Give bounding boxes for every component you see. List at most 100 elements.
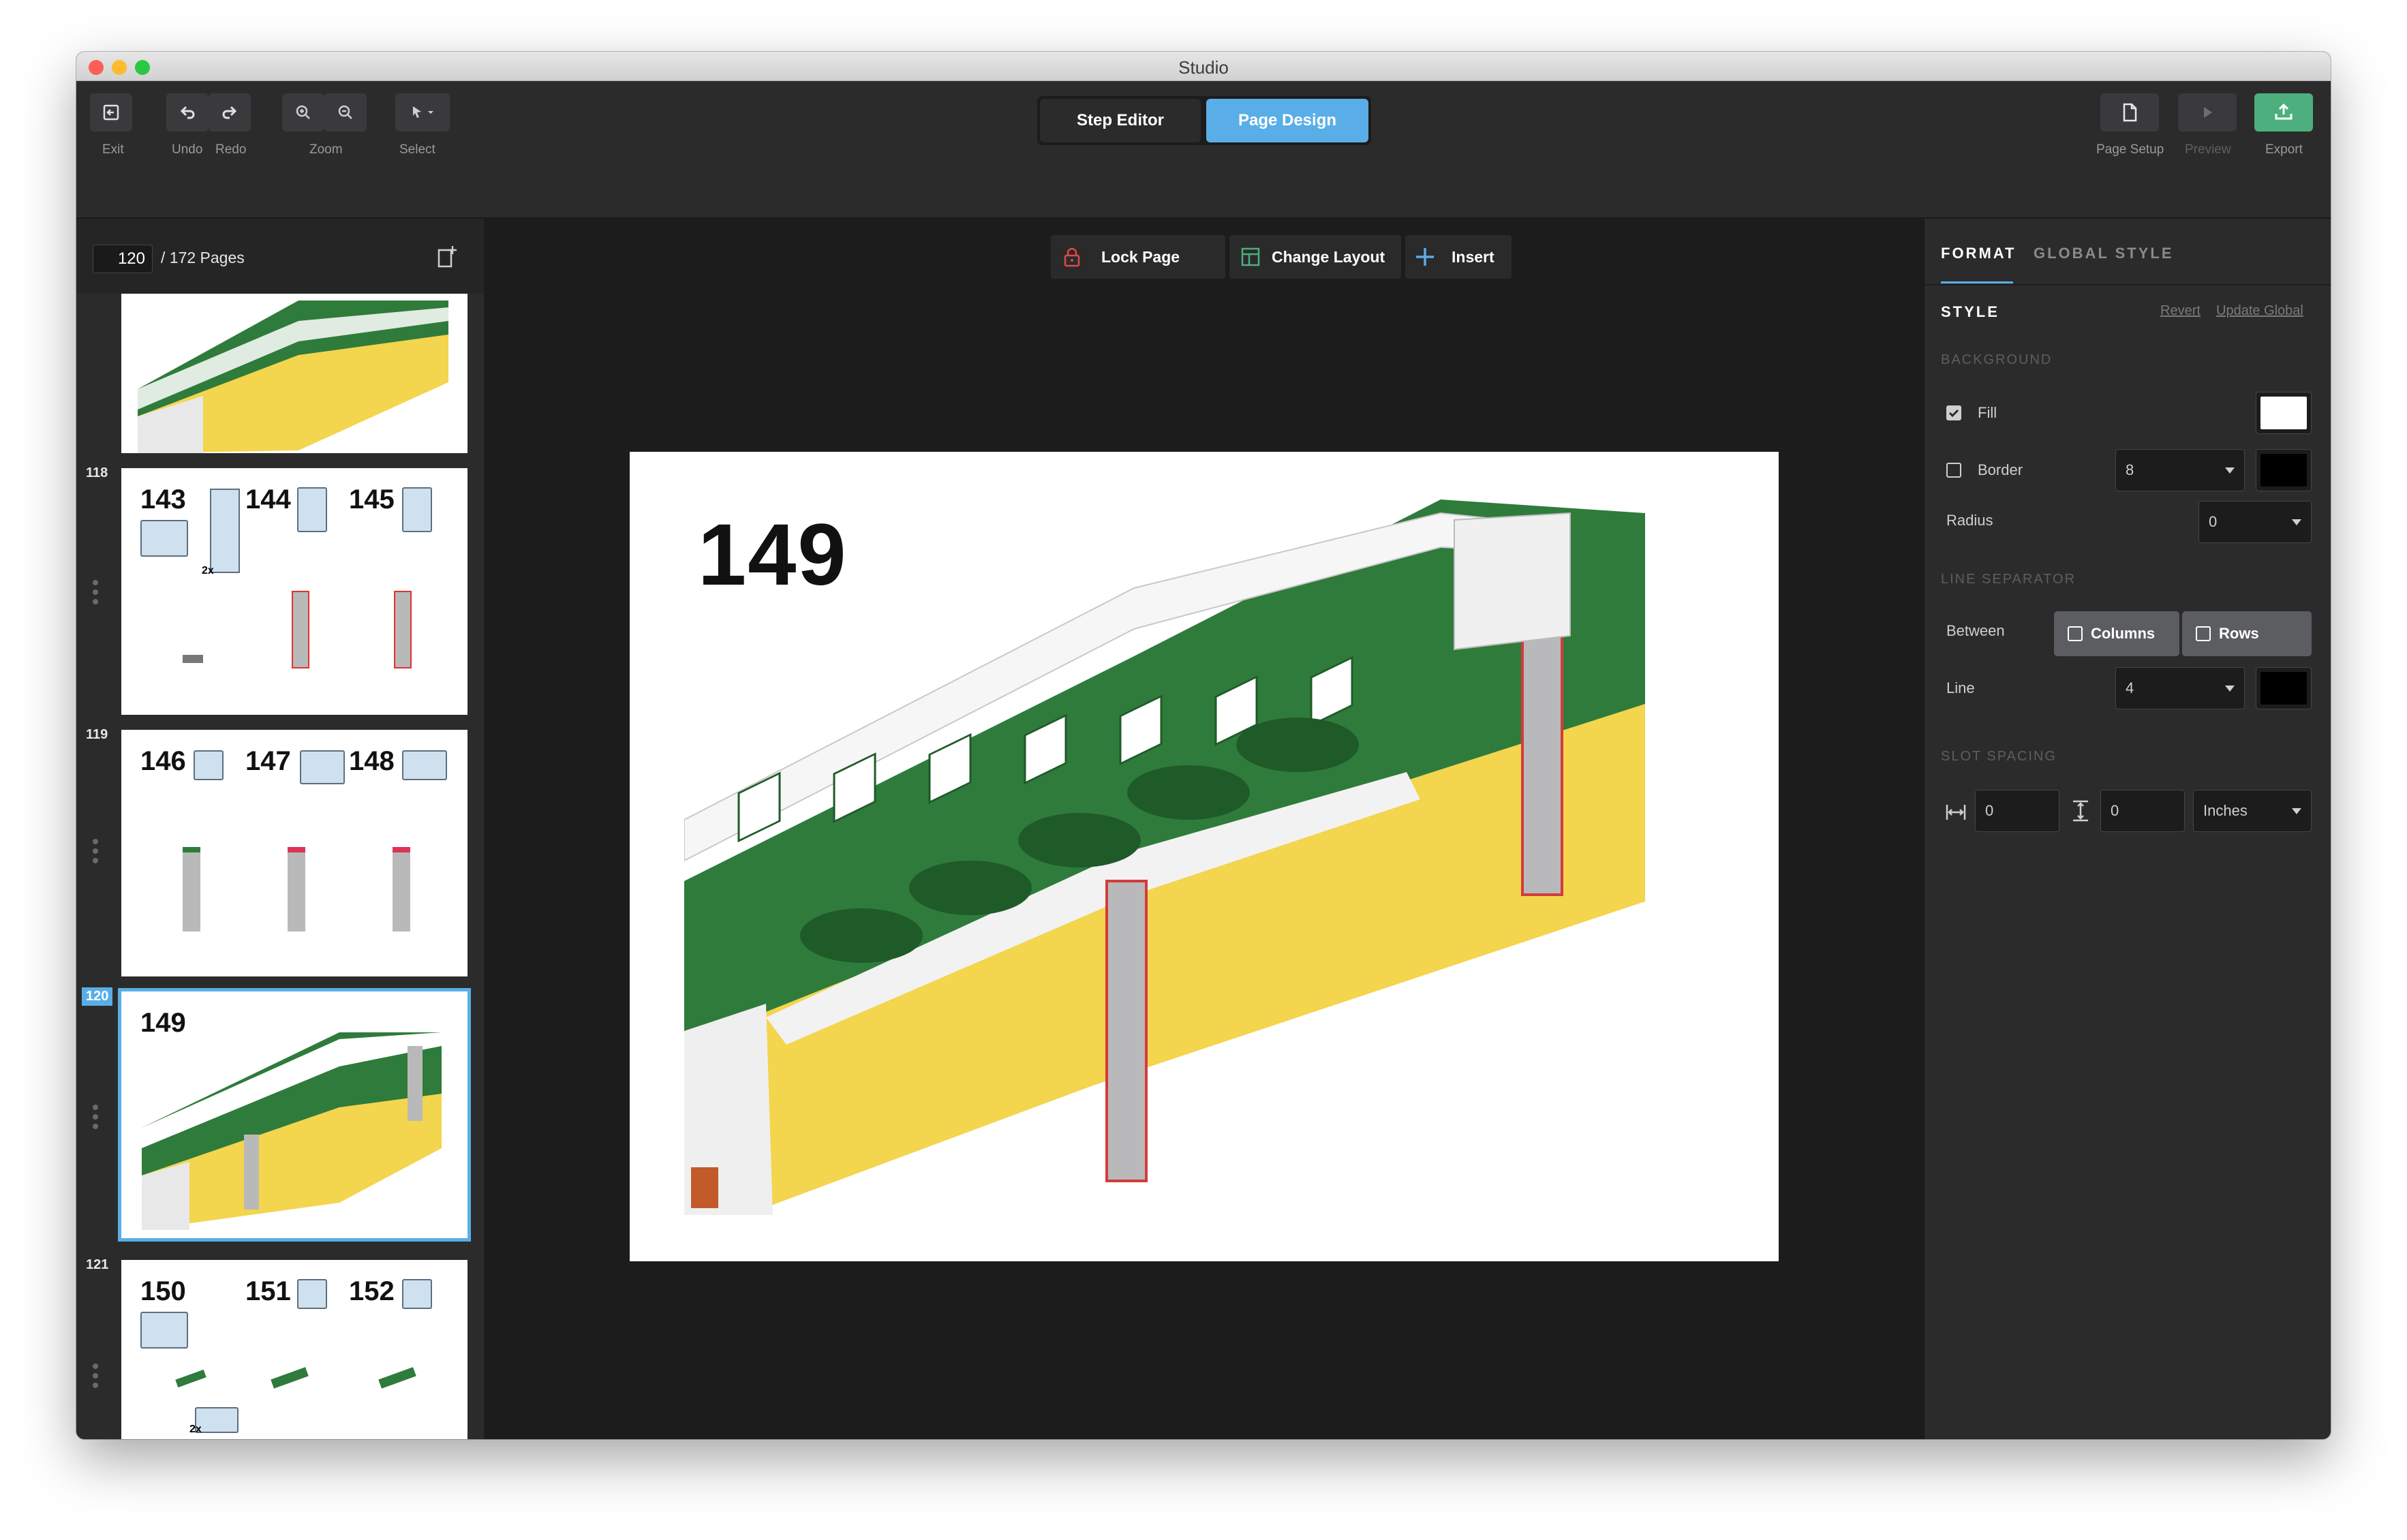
border-color-swatch[interactable] bbox=[2256, 449, 2312, 491]
drag-handle[interactable] bbox=[93, 1364, 99, 1392]
step-number: 148 bbox=[349, 746, 395, 776]
page-design-tab[interactable]: Page Design bbox=[1206, 99, 1368, 142]
zoom-in-icon bbox=[296, 105, 310, 119]
exit-icon bbox=[103, 104, 119, 121]
step-number: 151 bbox=[245, 1276, 291, 1306]
brick-part bbox=[378, 1367, 416, 1389]
line-label: Line bbox=[1946, 679, 1975, 696]
page-thumbnail-120-selected[interactable]: 149 bbox=[118, 988, 471, 1242]
tram-model-render bbox=[684, 499, 1645, 1215]
tab-divider bbox=[1925, 284, 2331, 286]
page-thumbnail-119[interactable]: 146 147 148 bbox=[121, 730, 467, 976]
play-icon bbox=[2204, 107, 2212, 118]
vertical-spacing-input[interactable]: 0 bbox=[2100, 790, 2185, 832]
border-width-dropdown[interactable]: 8 bbox=[2115, 449, 2245, 491]
spacing-unit-value: Inches bbox=[2203, 802, 2248, 819]
current-page-input[interactable]: 120 bbox=[93, 245, 153, 273]
spacing-unit-dropdown[interactable]: Inches bbox=[2193, 790, 2312, 832]
update-global-link[interactable]: Update Global bbox=[2216, 303, 2303, 319]
between-label: Between bbox=[1946, 622, 2005, 639]
instruction-page[interactable]: 149 bbox=[630, 452, 1779, 1261]
change-layout-button[interactable]: Change Layout bbox=[1229, 235, 1401, 279]
exit-button[interactable] bbox=[90, 93, 132, 132]
step-editor-tab[interactable]: Step Editor bbox=[1040, 99, 1201, 142]
chevron-down-icon bbox=[2292, 519, 2301, 525]
insert-button[interactable]: Insert bbox=[1405, 235, 1512, 279]
horizontal-spacing-value: 0 bbox=[1985, 802, 1994, 819]
parts-callout bbox=[402, 487, 432, 532]
tram-model-thumbnail bbox=[142, 1032, 442, 1230]
brick-pillar bbox=[394, 591, 412, 668]
vertical-spacing-value: 0 bbox=[2111, 802, 2119, 819]
lock-icon bbox=[1064, 247, 1080, 267]
step-number: 144 bbox=[245, 484, 291, 514]
parts-callout bbox=[402, 750, 447, 780]
columns-toggle[interactable]: Columns bbox=[2054, 611, 2179, 656]
step-number: 145 bbox=[349, 484, 395, 514]
studio-window: Studio Exit Undo Redo Zoom Select Step E… bbox=[76, 52, 2331, 1439]
rows-toggle[interactable]: Rows bbox=[2182, 611, 2312, 656]
brick-pillar bbox=[393, 847, 410, 931]
drag-handle[interactable] bbox=[93, 839, 99, 867]
fill-color-swatch[interactable] bbox=[2256, 392, 2312, 434]
undo-button[interactable] bbox=[166, 93, 209, 132]
export-button[interactable] bbox=[2254, 93, 2313, 132]
line-width-value: 4 bbox=[2126, 679, 2134, 696]
page-setup-button[interactable] bbox=[2100, 93, 2159, 132]
chevron-down-icon bbox=[2225, 686, 2235, 692]
redo-button[interactable] bbox=[209, 93, 251, 132]
select-label: Select bbox=[399, 142, 435, 157]
brick-part bbox=[175, 1369, 206, 1388]
radius-value: 0 bbox=[2209, 513, 2218, 530]
page-thumbnail-117[interactable] bbox=[121, 294, 467, 453]
tab-global-style[interactable]: GLOBAL STYLE bbox=[2034, 245, 2174, 262]
checkmark-icon bbox=[1948, 409, 1959, 418]
step-number: 150 bbox=[140, 1276, 186, 1306]
zoom-in-button[interactable] bbox=[282, 93, 324, 132]
export-label: Export bbox=[2265, 142, 2303, 157]
page-navigator: 120 / 172 Pages bbox=[76, 219, 484, 294]
fill-checkbox[interactable] bbox=[1946, 405, 1961, 420]
step-number: 146 bbox=[140, 746, 186, 776]
horizontal-spacing-input[interactable]: 0 bbox=[1975, 790, 2059, 832]
title-bar: Studio bbox=[76, 52, 2331, 81]
style-heading: STYLE bbox=[1941, 303, 1999, 320]
rows-label: Rows bbox=[2219, 625, 2259, 642]
step-number: 152 bbox=[349, 1276, 395, 1306]
format-panel: FORMAT GLOBAL STYLE STYLE Revert Update … bbox=[1923, 219, 2331, 1439]
border-width-value: 8 bbox=[2126, 461, 2134, 478]
page-number-121: 121 bbox=[86, 1257, 109, 1272]
step-number: 143 bbox=[140, 484, 186, 514]
preview-label: Preview bbox=[2185, 142, 2231, 157]
quantity-label: 2x bbox=[189, 1423, 202, 1435]
drag-handle[interactable] bbox=[93, 580, 99, 609]
lock-page-button[interactable]: Lock Page bbox=[1051, 235, 1225, 279]
border-checkbox[interactable] bbox=[1946, 463, 1961, 478]
tab-format[interactable]: FORMAT bbox=[1941, 245, 2016, 262]
revert-link[interactable]: Revert bbox=[2160, 303, 2201, 319]
page-thumbnail-121[interactable]: 150 151 152 2x bbox=[121, 1260, 467, 1439]
drag-handle[interactable] bbox=[93, 1105, 99, 1133]
zoom-out-button[interactable] bbox=[324, 93, 367, 132]
rows-checkbox bbox=[2196, 626, 2211, 641]
add-page-icon[interactable] bbox=[435, 245, 459, 271]
page-number-118: 118 bbox=[86, 465, 108, 480]
parts-callout bbox=[297, 487, 327, 532]
chevron-down-icon bbox=[2225, 467, 2235, 474]
page-thumbnail-118[interactable]: 143 2x 144 145 bbox=[121, 468, 467, 715]
parts-callout bbox=[140, 520, 188, 557]
preview-button[interactable] bbox=[2178, 93, 2237, 132]
layout-icon bbox=[1241, 247, 1260, 266]
chevron-down-icon bbox=[2292, 808, 2301, 814]
brick-part bbox=[183, 655, 203, 663]
lock-page-label: Lock Page bbox=[1101, 247, 1180, 266]
redo-icon bbox=[222, 106, 237, 119]
export-icon bbox=[2275, 103, 2293, 120]
mode-switch: Step Editor Page Design bbox=[1037, 96, 1371, 145]
radius-dropdown[interactable]: 0 bbox=[2198, 501, 2312, 543]
select-tool-button[interactable] bbox=[395, 93, 450, 132]
background-heading: BACKGROUND bbox=[1941, 352, 2053, 367]
line-color-swatch[interactable] bbox=[2256, 667, 2312, 709]
insert-label: Insert bbox=[1452, 247, 1494, 266]
line-width-dropdown[interactable]: 4 bbox=[2115, 667, 2245, 709]
